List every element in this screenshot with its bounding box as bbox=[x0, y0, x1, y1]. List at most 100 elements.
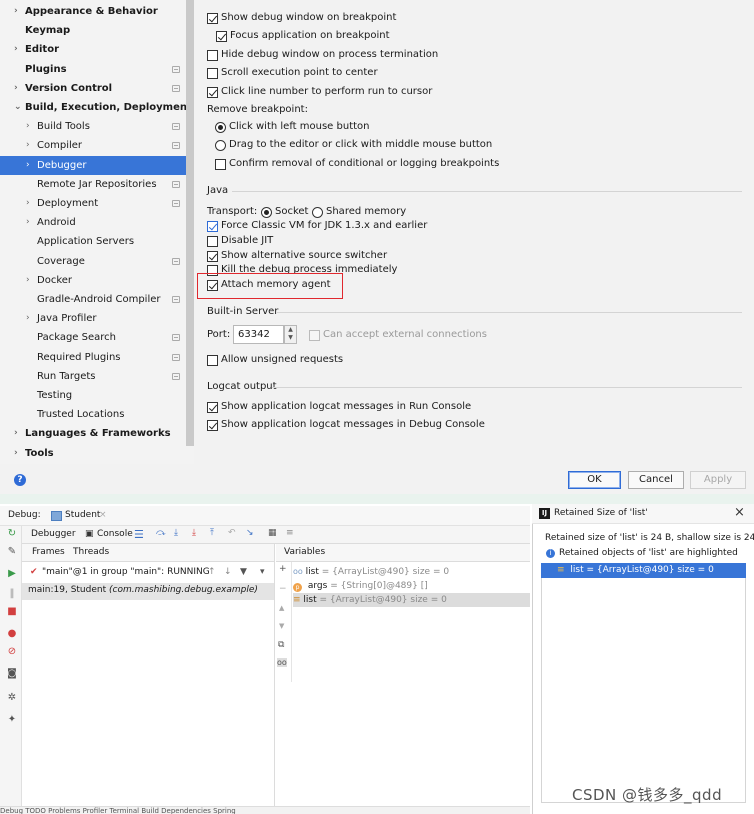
cancel-button[interactable]: Cancel bbox=[628, 471, 684, 489]
chevron-right-icon[interactable]: › bbox=[14, 40, 18, 59]
modify-run-config-icon[interactable]: ✎ bbox=[6, 546, 18, 558]
step-out-icon[interactable]: ⤒ bbox=[210, 528, 214, 538]
confirm-removal-checkbox[interactable] bbox=[215, 159, 226, 170]
show-debug-window-checkbox[interactable] bbox=[207, 13, 218, 24]
port-input[interactable]: 63342 bbox=[233, 325, 284, 344]
copy-icon[interactable]: ⧉ bbox=[278, 640, 284, 650]
thread-dropdown-icon[interactable]: ▾ bbox=[260, 567, 265, 577]
sidebar-item-debugger[interactable]: › Debugger bbox=[0, 155, 186, 175]
chevron-right-icon[interactable]: › bbox=[26, 194, 30, 213]
resume-icon[interactable]: ▶ bbox=[6, 568, 18, 580]
chevron-right-icon[interactable]: › bbox=[26, 271, 30, 290]
step-over-icon[interactable]: ⤼ bbox=[156, 528, 166, 538]
stepper-up-icon[interactable]: ▲ bbox=[285, 326, 296, 334]
sidebar-item-trusted-locations[interactable]: Trusted Locations bbox=[0, 405, 186, 424]
chevron-right-icon[interactable]: › bbox=[14, 2, 18, 21]
click-line-number-checkbox[interactable] bbox=[207, 87, 218, 98]
sidebar-item-testing[interactable]: Testing bbox=[0, 386, 186, 405]
next-frame-icon[interactable]: ↓ bbox=[224, 567, 232, 577]
socket-radio[interactable] bbox=[261, 207, 272, 218]
logcat-debug-checkbox[interactable] bbox=[207, 420, 218, 431]
chevron-right-icon[interactable]: › bbox=[14, 424, 18, 443]
run-to-cursor-icon[interactable]: ↘ bbox=[246, 528, 254, 538]
attach-memory-agent-checkbox[interactable] bbox=[207, 280, 218, 291]
evaluate-expression-icon[interactable]: ▦ bbox=[268, 528, 277, 538]
scroll-execution-checkbox[interactable] bbox=[207, 68, 218, 79]
show-alt-source-checkbox[interactable] bbox=[207, 251, 218, 262]
chevron-right-icon[interactable]: › bbox=[26, 156, 30, 175]
rerun-icon[interactable]: ↻ bbox=[6, 528, 18, 540]
sidebar-item-package-search[interactable]: Package Search bbox=[0, 328, 186, 347]
sidebar-item-plugins[interactable]: Plugins bbox=[0, 60, 186, 79]
apply-button[interactable]: Apply bbox=[690, 471, 746, 489]
can-accept-external-checkbox[interactable] bbox=[309, 330, 320, 341]
sidebar-item-application-servers[interactable]: Application Servers bbox=[0, 232, 186, 251]
sidebar-item-deployment[interactable]: › Deployment bbox=[0, 194, 186, 213]
view-breakpoints-icon[interactable]: ● bbox=[6, 628, 18, 640]
show-execution-point-icon[interactable]: ☰ bbox=[134, 528, 144, 541]
sidebar-item-android[interactable]: › Android bbox=[0, 213, 186, 232]
disable-jit-checkbox[interactable] bbox=[207, 236, 218, 247]
close-session-icon[interactable]: × bbox=[99, 510, 107, 520]
port-stepper[interactable]: ▲ ▼ bbox=[284, 325, 297, 344]
thread-selector[interactable]: ✔ "main"@1 in group "main": RUNNING ↑ ↓ … bbox=[22, 564, 274, 582]
sidebar-item-coverage[interactable]: Coverage bbox=[0, 252, 186, 271]
force-classic-vm-checkbox[interactable] bbox=[207, 221, 218, 232]
click-left-mouse-radio[interactable] bbox=[215, 122, 226, 133]
previous-frame-icon[interactable]: ↑ bbox=[208, 567, 216, 577]
show-watches-icon[interactable]: oo bbox=[277, 658, 287, 667]
move-up-icon[interactable]: ▲ bbox=[279, 604, 284, 612]
pin-icon[interactable]: ✦ bbox=[6, 714, 18, 726]
sidebar-item-tools[interactable]: › Tools bbox=[0, 444, 186, 463]
chevron-down-icon[interactable]: ⌄ bbox=[14, 98, 22, 117]
chevron-right-icon[interactable]: › bbox=[26, 309, 30, 328]
logcat-run-checkbox[interactable] bbox=[207, 402, 218, 413]
debugger-tab[interactable]: Debugger bbox=[31, 529, 76, 539]
chevron-right-icon[interactable]: › bbox=[26, 117, 30, 136]
sidebar-item-build-tools[interactable]: › Build Tools bbox=[0, 117, 186, 136]
allow-unsigned-checkbox[interactable] bbox=[207, 355, 218, 366]
sidebar-item-compiler[interactable]: › Compiler bbox=[0, 136, 186, 155]
sidebar-item-java-profiler[interactable]: › Java Profiler bbox=[0, 309, 186, 328]
retained-object-row[interactable]: ≡ list = {ArrayList@490} size = 0 bbox=[541, 563, 746, 578]
ok-button[interactable]: OK bbox=[568, 471, 621, 489]
sidebar-scrollbar[interactable] bbox=[186, 0, 194, 446]
chevron-right-icon[interactable]: › bbox=[14, 79, 18, 98]
help-icon[interactable]: ? bbox=[14, 474, 26, 486]
stepper-down-icon[interactable]: ▼ bbox=[285, 334, 296, 342]
move-down-icon[interactable]: ▼ bbox=[279, 622, 284, 630]
force-step-into-icon[interactable]: ⤓ bbox=[192, 528, 196, 538]
sidebar-item-docker[interactable]: › Docker bbox=[0, 271, 186, 290]
chevron-right-icon[interactable]: › bbox=[14, 444, 18, 463]
sidebar-item-required-plugins[interactable]: Required Plugins bbox=[0, 348, 186, 367]
hide-debug-window-checkbox[interactable] bbox=[207, 50, 218, 61]
layout-settings-icon[interactable]: ≡ bbox=[286, 528, 294, 538]
frame-row[interactable]: main:19, Student (com.mashibing.debug.ex… bbox=[22, 583, 274, 600]
focus-application-checkbox[interactable] bbox=[216, 31, 227, 42]
student-session-tab[interactable]: Student bbox=[65, 510, 100, 520]
variable-row[interactable]: p args = {String[0]@489} [] bbox=[293, 579, 530, 593]
threads-tab[interactable]: Threads bbox=[73, 547, 109, 557]
shared-memory-radio[interactable] bbox=[312, 207, 323, 218]
sidebar-item-build-execution-deployment[interactable]: ⌄ Build, Execution, Deployment bbox=[0, 98, 192, 117]
mute-breakpoints-icon[interactable]: ⊘ bbox=[6, 646, 18, 658]
variable-row[interactable]: oo list = {ArrayList@490} size = 0 bbox=[293, 565, 530, 579]
pause-icon[interactable]: ‖ bbox=[6, 588, 18, 600]
stop-icon[interactable]: ■ bbox=[6, 606, 18, 618]
sidebar-item-languages-frameworks[interactable]: › Languages & Frameworks bbox=[0, 424, 186, 443]
sidebar-item-editor[interactable]: › Editor bbox=[0, 40, 186, 59]
variable-row-selected[interactable]: ≡ list = {ArrayList@490} size = 0 bbox=[293, 593, 530, 607]
filter-icon[interactable]: ▼ bbox=[240, 567, 247, 577]
sidebar-item-run-targets[interactable]: Run Targets bbox=[0, 367, 186, 386]
bottom-tool-strip[interactable]: Debug TODO Problems Profiler Terminal Bu… bbox=[0, 806, 530, 814]
camera-icon[interactable]: ◙ bbox=[6, 668, 18, 680]
sidebar-item-gradle-android-compiler[interactable]: Gradle-Android Compiler bbox=[0, 290, 186, 309]
frames-tab[interactable]: Frames bbox=[32, 547, 65, 557]
frames-divider[interactable] bbox=[274, 544, 275, 806]
close-icon[interactable]: × bbox=[734, 505, 745, 520]
console-tab[interactable]: Console bbox=[97, 529, 133, 539]
drag-to-editor-radio[interactable] bbox=[215, 140, 226, 151]
step-into-icon[interactable]: ⤓ bbox=[174, 528, 178, 538]
new-watch-icon[interactable]: + bbox=[279, 564, 287, 574]
sidebar-item-remote-jar-repositories[interactable]: Remote Jar Repositories bbox=[0, 175, 186, 194]
